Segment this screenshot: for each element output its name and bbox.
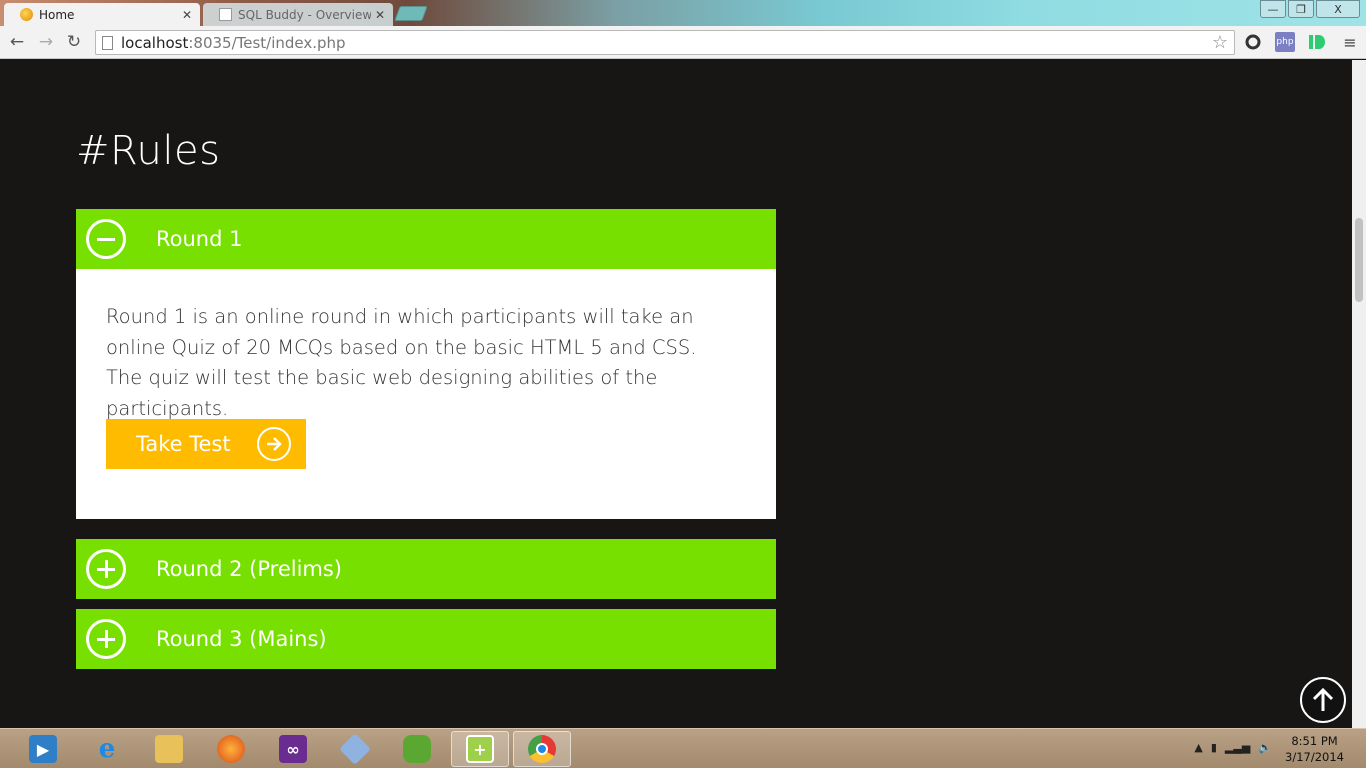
accordion-round-3-header[interactable]: Round 3 (Mains) [76, 609, 776, 669]
new-tab-button[interactable] [394, 6, 428, 21]
volume-icon[interactable]: 🔈 [1258, 741, 1272, 754]
window-controls: — ❐ X [1260, 0, 1360, 18]
address-bar[interactable]: localhost:8035/Test/index.php ☆ [95, 30, 1235, 55]
page-icon [102, 35, 113, 50]
firefox-icon[interactable] [202, 731, 260, 767]
tab-label: SQL Buddy - Overview - sp [238, 7, 371, 22]
browser-titlebar: Home ✕ SQL Buddy - Overview - sp ✕ — ❐ X [0, 0, 1366, 26]
scroll-to-top-button[interactable] [1300, 677, 1346, 723]
expand-plus-icon[interactable] [86, 549, 126, 589]
back-arrow-icon[interactable]: ← [7, 32, 27, 52]
chrome-icon[interactable] [513, 731, 571, 767]
page-title: #Rules [76, 128, 221, 174]
system-clock[interactable]: 8:51 PM 3/17/2014 [1285, 733, 1344, 765]
tab-label: Home [39, 7, 75, 22]
close-tab-icon[interactable]: ✕ [182, 8, 192, 22]
arrow-right-icon [257, 427, 291, 461]
virtualbox-icon[interactable] [326, 731, 384, 767]
show-hidden-icons-icon[interactable]: ▲ [1194, 741, 1202, 754]
close-window-button[interactable]: X [1316, 0, 1360, 18]
reload-icon[interactable]: ↻ [64, 32, 84, 52]
url-path: :8035/Test/index.php [188, 33, 346, 52]
page-content: #Rules Round 1 Round 1 is an online roun… [0, 60, 1352, 728]
visual-studio-icon[interactable]: ∞ [264, 731, 322, 767]
clock-date: 3/17/2014 [1285, 750, 1344, 764]
evernote-icon[interactable] [388, 731, 446, 767]
document-favicon-icon [219, 8, 232, 21]
windows-taskbar: ▶ e ∞ + ▲ ▮ ▂▃▅ 🔈 8:51 PM 3/17/2014 [0, 728, 1366, 768]
accordion-title: Round 2 (Prelims) [156, 557, 342, 581]
restore-button[interactable]: ❐ [1288, 0, 1314, 18]
accordion-title: Round 3 (Mains) [156, 627, 327, 651]
browser-toolbar: ← → ↻ localhost:8035/Test/index.php ☆ ph… [0, 26, 1366, 59]
signal-icon[interactable]: ▂▃▅ [1225, 741, 1250, 754]
close-tab-icon[interactable]: ✕ [375, 8, 385, 22]
page-scrollbar[interactable] [1352, 60, 1366, 728]
system-tray: ▲ ▮ ▂▃▅ 🔈 [1194, 741, 1272, 754]
internet-explorer-icon[interactable]: e [78, 731, 136, 767]
url-host: localhost [121, 33, 189, 52]
forward-arrow-icon[interactable]: → [36, 32, 56, 52]
tab-sql-buddy[interactable]: SQL Buddy - Overview - sp ✕ [203, 3, 393, 26]
collapse-minus-icon[interactable] [86, 219, 126, 259]
accordion-round-1-body: Round 1 is an online round in which part… [76, 269, 776, 519]
scrollbar-thumb[interactable] [1355, 218, 1363, 302]
accordion-round-2-header[interactable]: Round 2 (Prelims) [76, 539, 776, 599]
arrow-up-icon [1312, 687, 1334, 711]
tab-home[interactable]: Home ✕ [4, 3, 200, 26]
media-center-icon[interactable]: ▶ [14, 731, 72, 767]
round-description: Round 1 is an online round in which part… [106, 305, 697, 420]
bookmark-star-icon[interactable]: ☆ [1212, 32, 1228, 53]
expand-plus-icon[interactable] [86, 619, 126, 659]
notepad-plus-plus-icon[interactable]: + [451, 731, 509, 767]
take-test-label: Take Test [136, 432, 231, 456]
battery-icon[interactable]: ▮ [1211, 741, 1217, 754]
chrome-menu-icon[interactable]: ≡ [1340, 32, 1360, 52]
accordion-round-1-header[interactable]: Round 1 [76, 209, 776, 269]
home-favicon-icon [20, 8, 33, 21]
chrome-ext-circle-icon[interactable] [1243, 32, 1263, 52]
file-explorer-icon[interactable] [140, 731, 198, 767]
take-test-button[interactable]: Take Test [106, 419, 306, 469]
minimize-button[interactable]: — [1260, 0, 1286, 18]
accordion-title: Round 1 [156, 227, 243, 251]
clock-time: 8:51 PM [1291, 734, 1338, 748]
green-ext-icon[interactable] [1307, 32, 1327, 52]
php-ext-icon[interactable]: php [1275, 32, 1295, 52]
